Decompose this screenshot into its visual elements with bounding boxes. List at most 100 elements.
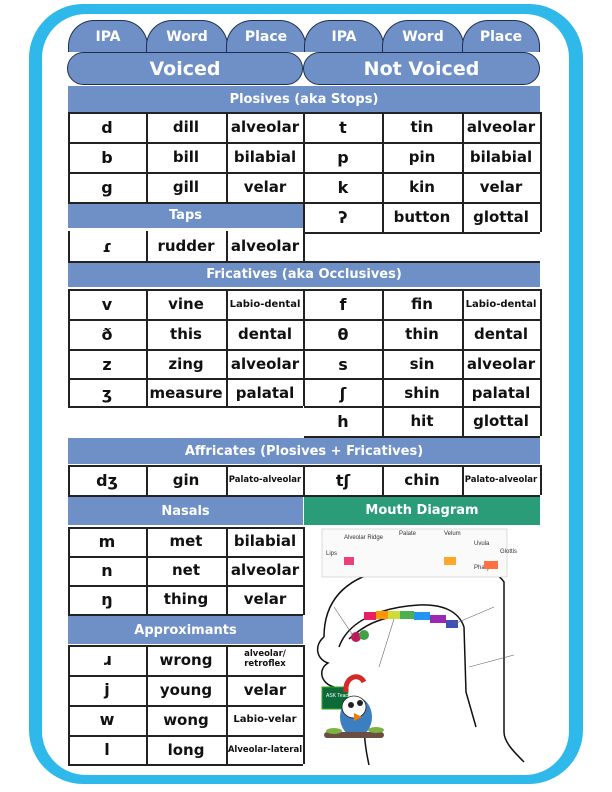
grid-line <box>304 232 540 234</box>
cell-affricates-not_voiced-0-1: chin <box>404 471 440 489</box>
approximants-band: Approximants <box>68 616 303 644</box>
grid-line <box>226 112 228 202</box>
cell-plosives-not_voiced-2-2: velar <box>479 178 523 196</box>
cell-approximants-voiced-3-1: long <box>167 740 205 759</box>
cell-fricatives-voiced-0-2: Labio-dental <box>229 298 301 310</box>
grid-line <box>303 289 305 406</box>
cell-fricatives-not_voiced-0-0: f <box>339 294 347 314</box>
cell-fricatives-not_voiced-3-2: palatal <box>471 384 531 402</box>
grid-line <box>146 527 148 615</box>
grid-line <box>540 202 542 232</box>
cell-affricates-voiced-0-0: dʒ <box>96 470 118 490</box>
grid-line <box>68 645 70 764</box>
cell-plosives-voiced-2-1: gill <box>172 178 200 196</box>
cell-approximants-voiced-0-0: ɹ <box>102 650 112 669</box>
grid-line <box>146 465 148 495</box>
grid-line <box>226 289 228 406</box>
cell-fricatives-voiced-1-2: dental <box>237 325 293 343</box>
grid-line <box>540 289 542 436</box>
cell-plosives-not_voiced-1-2: bilabial <box>469 148 533 166</box>
nasals-band: Nasals <box>68 497 303 525</box>
cell-nasals-voiced-2-2: velar <box>243 590 287 608</box>
cell-fricatives-not_voiced-4-2: glottal <box>473 412 529 430</box>
grid-line <box>68 527 303 529</box>
grid-line <box>226 231 228 261</box>
cell-plosives-voiced-2-0: g <box>101 177 113 197</box>
cell-affricates-voiced-0-1: gin <box>172 471 200 489</box>
grid-line <box>146 231 148 261</box>
fricatives-band: Fricatives (aka Occlusives) <box>68 261 540 287</box>
cell-plosives-not_voiced-1-0: p <box>337 147 349 167</box>
grid-line <box>68 645 303 647</box>
grid-line <box>68 231 70 261</box>
tab-ipa-not-voiced: IPA <box>304 20 384 52</box>
cell-taps-voiced-0-1: rudder <box>157 237 215 255</box>
grid-line <box>146 112 148 202</box>
cell-fricatives-voiced-2-2: alveolar <box>230 355 300 373</box>
grid-line <box>462 202 464 232</box>
cell-fricatives-voiced-2-0: z <box>102 354 112 374</box>
grid-line <box>68 465 70 495</box>
cell-fricatives-voiced-3-1: measure <box>149 384 223 402</box>
mouth-diagram: Alveolar Ridge Palate Velum Uvula Glotti… <box>316 528 525 766</box>
cell-nasals-voiced-2-1: thing <box>163 590 209 608</box>
label-alveolar-ridge: Alveolar Ridge <box>344 535 384 541</box>
cell-fricatives-voiced-3-0: ʒ <box>101 383 113 403</box>
grid-line <box>68 675 303 677</box>
grid-line <box>382 112 384 202</box>
grid-line <box>146 289 148 406</box>
cell-approximants-voiced-0-1: wrong <box>159 650 213 669</box>
cell-fricatives-not_voiced-2-1: sin <box>409 355 435 373</box>
cell-fricatives-not_voiced-3-1: shin <box>404 384 440 402</box>
cell-fricatives-not_voiced-2-2: alveolar <box>466 355 536 373</box>
grid-line <box>68 527 70 615</box>
cell-fricatives-voiced-0-0: v <box>101 294 113 314</box>
cell-plosives-voiced-0-1: dill <box>172 118 200 136</box>
grid-line <box>462 289 464 436</box>
grid-line <box>146 645 148 764</box>
cell-fricatives-voiced-0-1: vine <box>168 295 204 313</box>
cell-fricatives-voiced-1-0: ð <box>101 324 113 344</box>
grid-line <box>303 231 305 261</box>
not-voiced-heading: Not Voiced <box>303 52 540 85</box>
grid-line <box>540 465 542 495</box>
grid-line <box>68 735 303 737</box>
grid-line <box>68 289 70 406</box>
cell-fricatives-not_voiced-4-0: h <box>337 411 349 431</box>
tab-place-voiced: Place <box>226 20 306 52</box>
cell-nasals-voiced-2-0: ŋ <box>101 589 113 609</box>
cell-approximants-voiced-2-2: Labio-velar <box>233 714 297 725</box>
label-velum: Velum <box>444 531 461 537</box>
cell-approximants-voiced-2-0: w <box>99 710 115 729</box>
tab-place-not-voiced: Place <box>462 20 540 52</box>
cell-fricatives-not_voiced-1-1: thin <box>405 325 439 343</box>
grid-line <box>68 261 540 263</box>
cell-plosives-not_voiced-0-2: alveolar <box>466 118 536 136</box>
cell-plosives-voiced-1-1: bill <box>172 148 200 166</box>
cell-plosives-voiced-1-2: bilabial <box>233 148 297 166</box>
cell-approximants-voiced-1-0: j <box>104 680 110 699</box>
cell-nasals-voiced-1-2: alveolar <box>230 561 300 579</box>
cell-nasals-voiced-0-1: met <box>169 532 203 550</box>
label-glottis: Glottis <box>500 549 517 555</box>
cell-approximants-voiced-3-0: l <box>104 740 110 759</box>
cell-plosives-not_voiced-3-0: ʔ <box>338 207 348 227</box>
grid-line <box>303 112 305 202</box>
grid-line <box>68 705 303 707</box>
cell-nasals-voiced-1-1: net <box>171 561 201 579</box>
diagram-labels: Alveolar Ridge Palate Velum Uvula Glotti… <box>321 528 517 578</box>
cell-taps-voiced-0-2: alveolar <box>230 237 300 255</box>
cell-fricatives-not_voiced-4-1: hit <box>410 412 434 430</box>
cell-nasals-voiced-0-2: bilabial <box>233 532 297 550</box>
grid-line <box>303 202 305 232</box>
cell-fricatives-not_voiced-1-0: θ <box>337 324 349 344</box>
cell-fricatives-not_voiced-2-0: s <box>338 354 348 374</box>
cell-plosives-voiced-1-0: b <box>101 147 113 167</box>
cell-plosives-voiced-0-0: d <box>101 117 113 137</box>
cell-fricatives-not_voiced-0-1: fin <box>411 295 433 313</box>
cell-approximants-voiced-1-1: young <box>159 680 213 699</box>
tab-word-voiced: Word <box>146 20 228 52</box>
tab-word-not-voiced: Word <box>382 20 464 52</box>
cell-approximants-voiced-2-1: wong <box>163 710 209 729</box>
grid-line <box>68 495 540 497</box>
